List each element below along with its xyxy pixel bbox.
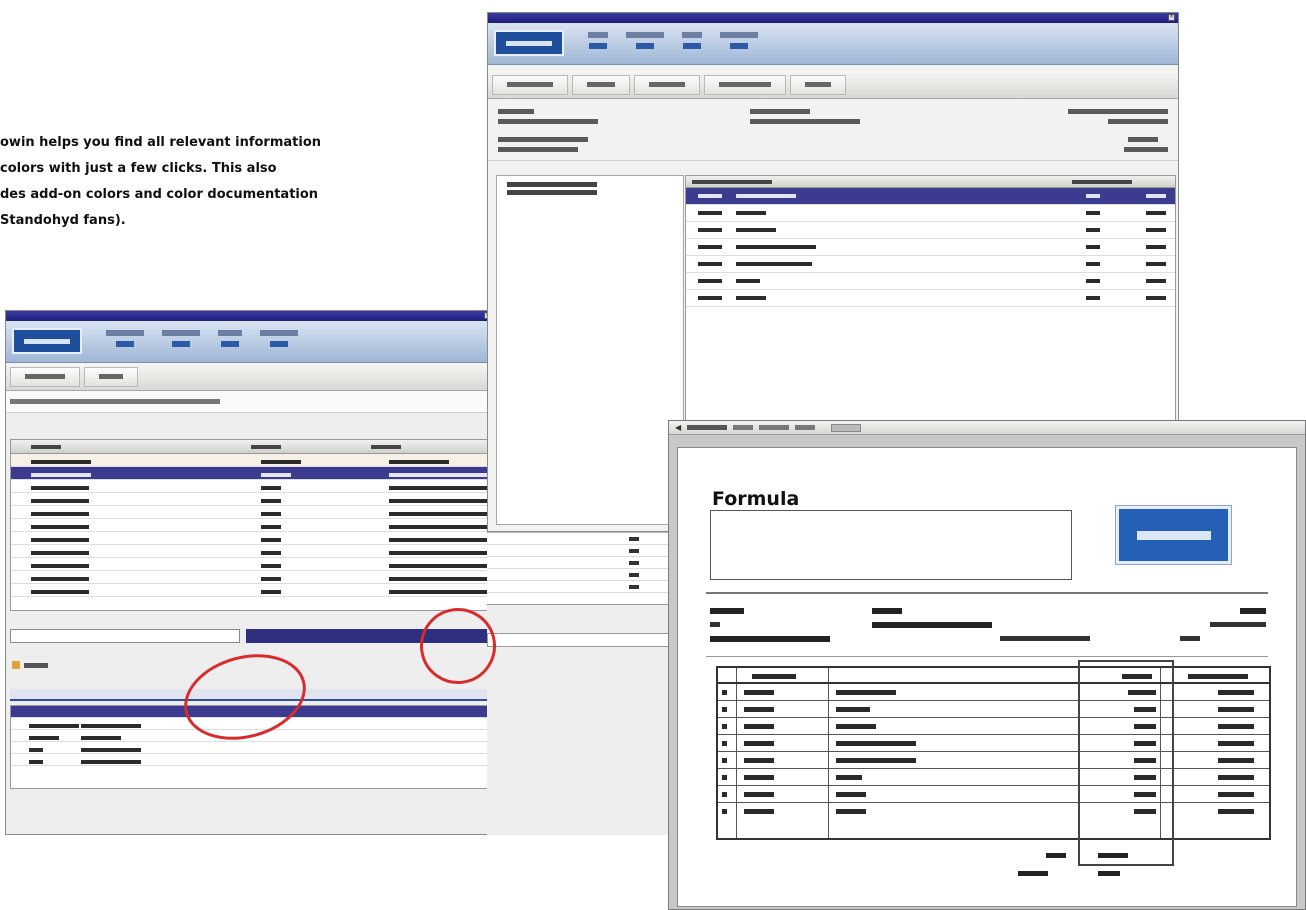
table-row[interactable]	[686, 273, 1175, 290]
caption-text: owin helps you find all relevant informa…	[0, 130, 400, 234]
table-row	[718, 752, 1269, 769]
formula-info	[488, 99, 1178, 161]
formula-table	[716, 666, 1271, 840]
filter-input[interactable]	[10, 629, 240, 643]
table-row[interactable]	[11, 493, 493, 506]
table-row[interactable]	[11, 754, 493, 766]
close-icon[interactable]: ×	[1168, 14, 1175, 21]
toolbar-button-2[interactable]	[572, 74, 630, 95]
first-page-icon[interactable]: ◀	[675, 423, 681, 432]
quantity-row	[1018, 868, 1218, 880]
table-row[interactable]	[686, 188, 1175, 205]
table-row[interactable]	[11, 480, 493, 493]
breadcrumb	[6, 391, 494, 413]
logo-icon	[1115, 505, 1232, 565]
color-search-window: ×	[5, 310, 495, 835]
toolbar-button-1[interactable]	[10, 366, 80, 387]
table-row[interactable]	[11, 571, 493, 584]
table-header	[686, 176, 1175, 188]
tree-node[interactable]	[507, 182, 597, 187]
table-row[interactable]	[11, 467, 493, 480]
tab-1[interactable]	[106, 330, 144, 347]
toolbar-button-1[interactable]	[492, 74, 568, 95]
table-row[interactable]	[686, 222, 1175, 239]
table-row[interactable]	[11, 519, 493, 532]
table-row	[718, 684, 1269, 701]
table-row	[718, 735, 1269, 752]
strip-table	[487, 533, 677, 605]
document-title: Formula	[712, 488, 800, 510]
toolbar	[488, 71, 1178, 99]
strip-input[interactable]	[487, 633, 677, 647]
caption-line-3: des add-on colors and color documentatio…	[0, 187, 319, 202]
color-search-window-extension	[487, 532, 677, 835]
table-row[interactable]	[11, 532, 493, 545]
amount-column-highlight	[1078, 660, 1174, 866]
print-preview-window: ◀ Formula	[668, 420, 1306, 910]
table-row[interactable]	[686, 205, 1175, 222]
caption-line-4: Standohyd fans).	[0, 213, 126, 228]
divider	[706, 656, 1268, 657]
caption-line-1: owin helps you find all relevant informa…	[0, 135, 322, 150]
table-row	[718, 769, 1269, 786]
preview-toolbar: ◀	[669, 421, 1305, 435]
app-banner	[6, 321, 494, 363]
tab-3[interactable]	[218, 330, 242, 347]
divider	[706, 592, 1268, 594]
tree-node[interactable]	[507, 190, 597, 195]
more-controls[interactable]	[795, 425, 816, 430]
toolbar-button-3[interactable]	[634, 74, 700, 95]
tab-3[interactable]	[682, 32, 702, 49]
table-row[interactable]	[11, 506, 493, 519]
zoom-control[interactable]	[733, 425, 754, 430]
table-row	[718, 786, 1269, 803]
table-row	[718, 701, 1269, 718]
total-row	[1046, 850, 1246, 862]
toolbar-button-5[interactable]	[790, 74, 846, 95]
window-titlebar[interactable]: ×	[488, 13, 1178, 23]
table-header	[718, 668, 1269, 684]
toolbar	[6, 363, 494, 391]
table-header	[11, 440, 493, 454]
caption-line-2: colors with just a few clicks. This also	[0, 161, 277, 176]
color-results-table	[10, 439, 494, 611]
toolbar-button-2[interactable]	[84, 366, 138, 387]
table-row[interactable]	[11, 454, 493, 467]
table-row[interactable]	[686, 256, 1175, 273]
page-controls[interactable]	[687, 425, 728, 430]
logo-icon	[494, 30, 564, 56]
nav-controls[interactable]	[759, 425, 790, 430]
main-tabs	[588, 32, 758, 49]
tab-4[interactable]	[720, 32, 758, 49]
tab-2[interactable]	[162, 330, 200, 347]
table-row[interactable]	[686, 290, 1175, 307]
add-button[interactable]	[12, 661, 52, 671]
logo-icon	[12, 328, 82, 354]
table-row[interactable]	[11, 742, 493, 754]
document-info	[710, 608, 1270, 656]
product-tree	[496, 175, 684, 525]
notes-box	[710, 510, 1072, 580]
tab-1[interactable]	[588, 32, 608, 49]
tab-2[interactable]	[626, 32, 664, 49]
table-row[interactable]	[11, 558, 493, 571]
toolbar-button-4[interactable]	[704, 74, 786, 95]
main-tabs	[106, 330, 298, 347]
table-row[interactable]	[686, 239, 1175, 256]
table-row	[718, 718, 1269, 735]
table-row[interactable]	[11, 545, 493, 558]
table-row	[718, 803, 1269, 820]
formula-document: Formula	[677, 447, 1297, 907]
window-titlebar[interactable]: ×	[6, 311, 494, 321]
app-banner	[488, 23, 1178, 65]
print-button[interactable]	[831, 423, 862, 432]
table-row[interactable]	[11, 584, 493, 597]
tab-4[interactable]	[260, 330, 298, 347]
